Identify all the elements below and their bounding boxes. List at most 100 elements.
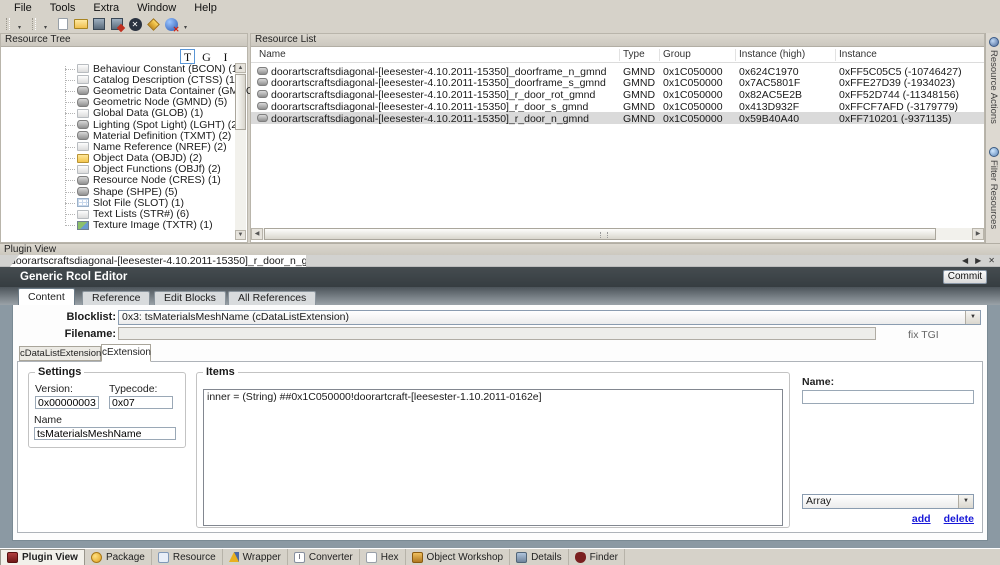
delete-link[interactable]: delete — [944, 513, 974, 525]
bottom-tab-finder[interactable]: Finder — [569, 549, 625, 565]
plugin-view-title: Plugin View — [0, 243, 1000, 255]
resource-icon — [158, 552, 169, 563]
bottom-tab-hex[interactable]: Hex — [360, 549, 406, 565]
save-button[interactable] — [90, 16, 108, 32]
scroll-right-icon[interactable]: ▶ — [972, 228, 984, 240]
menu-tools[interactable]: Tools — [42, 1, 84, 15]
toolbar-grip[interactable] — [32, 18, 36, 30]
table-icon — [77, 198, 89, 207]
save-icon — [93, 18, 105, 30]
subtab-cdatalistextension[interactable]: cDataListExtension — [19, 346, 101, 361]
filename-input[interactable] — [118, 327, 876, 340]
tab-reference[interactable]: Reference — [82, 291, 150, 305]
table-row[interactable]: doorartscraftsdiagonal-[leesester-4.10.2… — [251, 65, 984, 77]
scroll-up-icon[interactable]: ▲ — [235, 63, 246, 73]
tree-item[interactable]: Behaviour Constant (BCON) (1) — [57, 63, 233, 74]
toolbar-overflow-icon[interactable]: ▾ — [40, 18, 51, 31]
toolbar-grip[interactable] — [6, 18, 10, 30]
column-group[interactable]: Group — [663, 49, 691, 60]
tree-item[interactable]: Global Data (GLOB) (1) — [57, 108, 233, 119]
offline-mode-button[interactable] — [162, 16, 180, 32]
scrollbar-thumb[interactable] — [264, 228, 936, 240]
version-input[interactable] — [35, 396, 99, 409]
tab-edit-blocks[interactable]: Edit Blocks — [154, 291, 226, 305]
close-package-button[interactable] — [126, 16, 144, 32]
scroll-down-icon[interactable]: ▼ — [235, 230, 246, 240]
tree-item[interactable]: Shape (SHPE) (5) — [57, 186, 233, 197]
tab-scroll-right-icon[interactable]: ▶ — [975, 256, 981, 265]
tree-item[interactable]: Object Functions (OBJf) (2) — [57, 164, 233, 175]
column-instance[interactable]: Instance — [839, 49, 877, 60]
tab-all-references[interactable]: All References — [228, 291, 316, 305]
table-row[interactable]: doorartscraftsdiagonal-[leesester-4.10.2… — [251, 89, 984, 101]
editor-tab-strip: Content Reference Edit Blocks All Refere… — [0, 287, 1000, 305]
tree-item[interactable]: Resource Node (CRES) (1) — [57, 175, 233, 186]
tree-item[interactable]: Material Definition (TXMT) (2) — [57, 130, 233, 141]
scrollbar-thumb[interactable] — [235, 74, 246, 130]
tree-item[interactable]: Object Data (OBJD) (2) — [57, 153, 233, 164]
close-icon — [129, 18, 142, 31]
resource-list-title: Resource List — [251, 34, 984, 47]
tab-content[interactable]: Content — [18, 288, 75, 305]
bottom-tab-details[interactable]: Details — [510, 549, 569, 565]
document-tab[interactable]: doorartscraftsdiagonal-[leesester-4.10.2… — [10, 255, 306, 267]
menu-help[interactable]: Help — [186, 1, 225, 15]
database-icon — [77, 187, 89, 196]
sims-browser-button[interactable] — [144, 16, 162, 32]
tree-item[interactable]: Geometric Data Container (GMDC) (5) — [57, 85, 233, 96]
tree-scrollbar[interactable]: ▲ ▼ — [235, 63, 246, 240]
table-row[interactable]: doorartscraftsdiagonal-[leesester-4.10.2… — [251, 77, 984, 89]
tree-item[interactable]: Geometric Node (GMND) (5) — [57, 97, 233, 108]
bottom-tab-object-workshop[interactable]: Object Workshop — [406, 549, 511, 565]
bottom-tab-converter[interactable]: Converter — [288, 549, 360, 565]
tab-scroll-left-icon[interactable]: ◀ — [962, 256, 968, 265]
bottom-tab-plugin-view[interactable]: Plugin View — [0, 549, 85, 565]
resource-actions-tab[interactable]: Resource Actions — [986, 35, 1000, 135]
bottom-tab-package[interactable]: Package — [85, 549, 152, 565]
commit-button[interactable]: Commit — [943, 270, 987, 284]
settings-group: Settings Version: Typecode: Name — [28, 372, 186, 448]
tree-item[interactable]: Lighting (Spot Light) (LGHT) (2) — [57, 119, 233, 130]
menu-extra[interactable]: Extra — [85, 1, 127, 15]
blocklist-select[interactable]: 0x3: tsMaterialsMeshName (cDataListExten… — [118, 310, 981, 325]
column-type[interactable]: Type — [623, 49, 645, 60]
chevron-down-icon[interactable]: ▼ — [958, 495, 973, 508]
table-row[interactable]: doorartscraftsdiagonal-[leesester-4.10.2… — [251, 100, 984, 112]
tree-item[interactable]: Text Lists (STR#) (6) — [57, 208, 233, 219]
bottom-tab-wrapper[interactable]: Wrapper — [223, 549, 288, 565]
toolbar-overflow-icon[interactable]: ▾ — [14, 18, 25, 31]
block-name-label: Name: — [802, 376, 834, 388]
scroll-left-icon[interactable]: ◀ — [251, 228, 263, 240]
database-icon — [257, 67, 268, 75]
typecode-input[interactable] — [109, 396, 173, 409]
type-select[interactable]: Array ▼ — [802, 494, 974, 509]
tree-item[interactable]: Name Reference (NREF) (2) — [57, 141, 233, 152]
menu-file[interactable]: File — [6, 1, 40, 15]
subtab-cextension[interactable]: cExtension — [101, 344, 151, 362]
column-instance-high[interactable]: Instance (high) — [739, 49, 805, 60]
settings-name-input[interactable] — [34, 427, 176, 440]
list-item[interactable]: inner = (String) ##0x1C050000!doorartcra… — [204, 390, 782, 404]
tree-item[interactable]: Slot File (SLOT) (1) — [57, 197, 233, 208]
open-package-button[interactable] — [72, 16, 90, 32]
toolbar-overflow-icon[interactable]: ▾ — [180, 18, 191, 31]
bottom-tab-resource[interactable]: Resource — [152, 549, 223, 565]
tree-item[interactable]: Texture Image (TXTR) (1) — [57, 220, 233, 231]
list-horizontal-scrollbar[interactable]: ◀ ▶ — [251, 228, 984, 240]
chevron-down-icon[interactable]: ▼ — [965, 311, 980, 324]
save-as-button[interactable] — [108, 16, 126, 32]
new-package-button[interactable] — [54, 16, 72, 32]
column-name[interactable]: Name — [259, 49, 286, 60]
name-label: Name — [34, 414, 62, 426]
fix-tgi-link[interactable]: fix TGI — [908, 329, 939, 341]
page-icon — [77, 165, 89, 174]
add-link[interactable]: add — [912, 513, 931, 525]
filter-resources-tab[interactable]: Filter Resources — [986, 145, 1000, 245]
block-name-input[interactable] — [802, 390, 974, 404]
items-listbox[interactable]: inner = (String) ##0x1C050000!doorartcra… — [203, 389, 783, 526]
table-row-selected[interactable]: doorartscraftsdiagonal-[leesester-4.10.2… — [251, 112, 984, 124]
tree-item[interactable]: Catalog Description (CTSS) (1) — [57, 74, 233, 85]
close-tab-icon[interactable]: ✕ — [988, 256, 995, 265]
database-icon — [257, 90, 268, 98]
menu-window[interactable]: Window — [129, 1, 184, 15]
